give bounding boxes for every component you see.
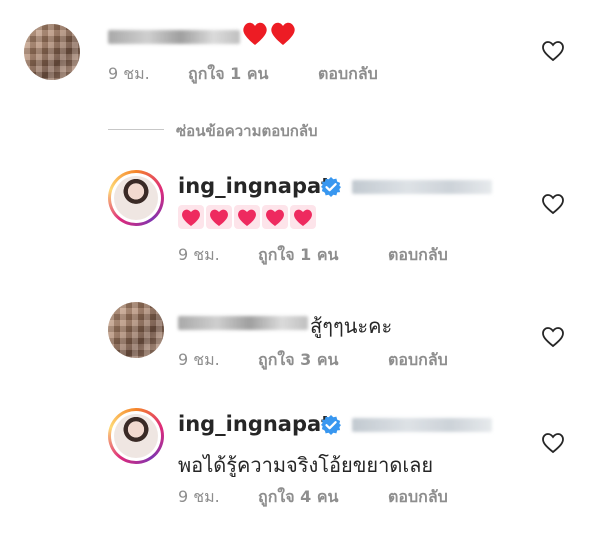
comment-text: ♥♥	[242, 20, 298, 48]
comment-reply-button[interactable]: ตอบกลับ	[318, 62, 378, 87]
reply-username[interactable]: ing_ingnapat	[178, 412, 331, 436]
blurred-username[interactable]	[178, 316, 308, 330]
reply-likes-count[interactable]: ถูกใจ 4 คน	[258, 485, 338, 510]
reply-reply-button[interactable]: ตอบกลับ	[388, 348, 448, 373]
like-heart-icon[interactable]	[541, 193, 565, 215]
reply-avatar-ing[interactable]	[108, 408, 164, 464]
commenter-avatar[interactable]	[24, 24, 80, 80]
blurred-mention[interactable]	[352, 180, 492, 194]
blurred-username[interactable]	[108, 30, 240, 44]
reply-text: 💖💖💖💖💖	[178, 204, 316, 230]
reply-text: สู้ๆๆนะคะ	[310, 314, 393, 338]
blurred-mention[interactable]	[352, 418, 492, 432]
reply-reply-button[interactable]: ตอบกลับ	[388, 485, 448, 510]
comment-time: 9 ชม.	[108, 64, 150, 83]
verified-badge-icon	[321, 415, 341, 435]
hide-replies-button[interactable]: ซ่อนข้อความตอบกลับ	[176, 119, 318, 143]
reply-text: พอได้รู้ความจริงโอ้ยขยาดเลย	[178, 453, 434, 477]
reply-username[interactable]: ing_ingnapat	[178, 174, 331, 198]
like-heart-icon[interactable]	[541, 432, 565, 454]
sparkling-heart-emoji-icon	[178, 205, 316, 229]
verified-badge-icon	[321, 177, 341, 197]
reply-avatar-ing[interactable]	[108, 170, 164, 226]
red-heart-emoji-icon	[243, 22, 295, 45]
comment-likes-count[interactable]: ถูกใจ 1 คน	[188, 62, 268, 87]
reply-time: 9 ชม.	[178, 245, 220, 264]
hide-replies-divider	[108, 129, 164, 130]
like-heart-icon[interactable]	[541, 40, 565, 62]
reply-avatar-commenter[interactable]	[108, 302, 164, 358]
reply-time: 9 ชม.	[178, 350, 220, 369]
reply-likes-count[interactable]: ถูกใจ 3 คน	[258, 348, 338, 373]
reply-reply-button[interactable]: ตอบกลับ	[388, 243, 448, 268]
reply-likes-count[interactable]: ถูกใจ 1 คน	[258, 243, 338, 268]
like-heart-icon[interactable]	[541, 326, 565, 348]
reply-time: 9 ชม.	[178, 487, 220, 506]
